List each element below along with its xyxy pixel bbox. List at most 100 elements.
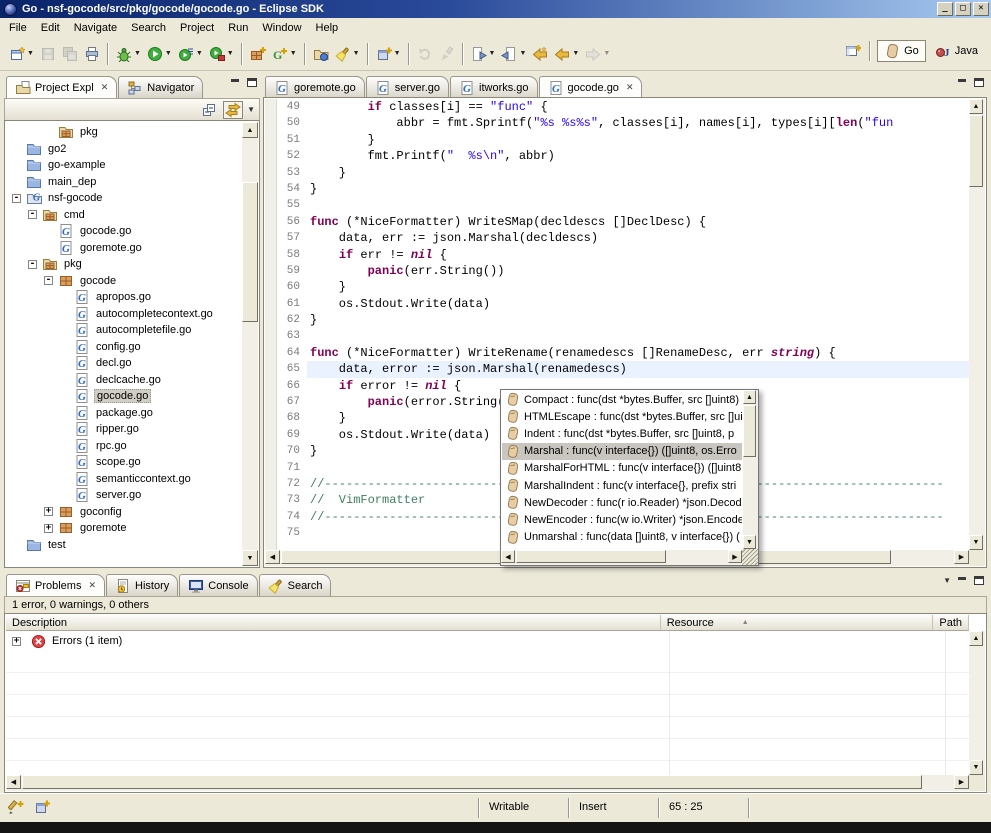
column-header-path[interactable]: Path [933, 615, 969, 631]
dropdown-arrow-icon[interactable]: ▼ [165, 50, 172, 57]
completion-item-unmarshal[interactable]: Unmarshal : func(data []uint8, v interfa… [502, 529, 742, 546]
maximize-view-icon[interactable] [247, 78, 257, 87]
dropdown-arrow-icon[interactable]: ▼ [572, 50, 579, 57]
scroll-left-icon[interactable]: ◀ [6, 775, 21, 789]
tree-item-decl-go[interactable]: Gdecl.go [6, 355, 242, 372]
new-wizard-button[interactable]: ▼ [6, 41, 37, 67]
scroll-thumb[interactable] [242, 182, 258, 322]
external-tools-button[interactable]: ▼ [206, 41, 237, 67]
view-tab-problems[interactable]: Problems✕ [6, 574, 105, 596]
tree-item-ripper-go[interactable]: Gripper.go [6, 421, 242, 438]
tree-item-nsf-gocode[interactable]: -Gnsf-gocode [6, 190, 242, 207]
collapse-icon[interactable]: - [28, 260, 37, 269]
expand-icon[interactable]: + [44, 507, 53, 516]
tree-item-rpc-go[interactable]: Grpc.go [6, 438, 242, 455]
completion-item-newencoder[interactable]: NewEncoder : func(w io.Writer) *json.Enc… [502, 511, 742, 528]
window-maximize-button[interactable]: □ [955, 2, 971, 16]
tree-item-gocode-go[interactable]: Ggocode.go [6, 223, 242, 240]
expand-icon[interactable]: + [44, 524, 53, 533]
scroll-down-icon[interactable]: ▼ [969, 760, 983, 775]
tree-item-semanticcontext-go[interactable]: Gsemanticcontext.go [6, 471, 242, 488]
tree-item-declcache-go[interactable]: Gdeclcache.go [6, 372, 242, 389]
tree-item-pkg[interactable]: -pkg [6, 256, 242, 273]
column-header-resource[interactable]: Resource▲ [661, 615, 934, 631]
tree-item-package-go[interactable]: Gpackage.go [6, 405, 242, 422]
tree-item-server-go[interactable]: Gserver.go [6, 487, 242, 504]
scroll-left-icon[interactable]: ◀ [501, 550, 515, 563]
window-close-button[interactable]: ✕ [973, 2, 989, 16]
column-header-description[interactable]: Description [6, 615, 661, 631]
open-perspective-button[interactable] [843, 42, 863, 60]
tree-item-autocompletecontext-go[interactable]: Gautocompletecontext.go [6, 306, 242, 323]
last-edit-location-button[interactable] [529, 41, 551, 67]
tree-item-goremote-go[interactable]: Ggoremote.go [6, 240, 242, 257]
explorer-scrollbar[interactable]: ▲ ▼ [242, 122, 258, 566]
scroll-up-icon[interactable]: ▲ [969, 631, 983, 646]
scroll-thumb[interactable] [516, 550, 666, 563]
dropdown-arrow-icon[interactable]: ▼ [134, 50, 141, 57]
scroll-thumb[interactable] [22, 775, 922, 789]
menu-search[interactable]: Search [124, 20, 173, 36]
completion-item-compact[interactable]: Compact : func(dst *bytes.Buffer, src []… [502, 391, 742, 408]
window-minimize-button[interactable]: _ [937, 2, 953, 16]
prev-annotation-button[interactable]: ▼ [498, 41, 529, 67]
expand-icon[interactable]: + [12, 637, 21, 646]
collapse-all-button[interactable] [199, 101, 219, 119]
scroll-right-icon[interactable]: ▶ [954, 550, 969, 564]
view-tab-search[interactable]: Search [259, 574, 332, 596]
dropdown-arrow-icon[interactable]: ▼ [196, 50, 203, 57]
tree-item-goremote[interactable]: +goremote [6, 520, 242, 537]
scroll-down-icon[interactable]: ▼ [242, 550, 258, 566]
tree-item-gocode-go[interactable]: Ggocode.go [6, 388, 242, 405]
problems-row-errors-1-item[interactable]: +Errors (1 item) [6, 631, 969, 651]
menu-help[interactable]: Help [309, 20, 346, 36]
editor-tab-goremote-go[interactable]: Ggoremote.go [265, 76, 365, 98]
scroll-right-icon[interactable]: ▶ [728, 550, 742, 563]
menu-window[interactable]: Window [255, 20, 308, 36]
dropdown-arrow-icon[interactable]: ▼ [603, 50, 610, 57]
problems-hscrollbar[interactable]: ◀ ▶ [6, 775, 969, 791]
scroll-down-icon[interactable]: ▼ [969, 535, 983, 550]
dropdown-arrow-icon[interactable]: ▼ [227, 50, 234, 57]
run-button[interactable]: ▼ [144, 41, 175, 67]
view-menu-icon[interactable]: ▼ [247, 105, 255, 114]
save-all-button[interactable] [59, 41, 81, 67]
tree-item-scope-go[interactable]: Gscope.go [6, 454, 242, 471]
view-tab-console[interactable]: Console [179, 574, 257, 596]
editor-vscrollbar[interactable]: ▲ ▼ [969, 99, 985, 550]
tree-item-autocompletefile-go[interactable]: Gautocompletefile.go [6, 322, 242, 339]
link-with-editor-button[interactable] [223, 101, 243, 119]
open-resource-button[interactable] [310, 41, 332, 67]
editor-tab-gocode-go[interactable]: Ggocode.go✕ [539, 76, 643, 98]
menu-navigate[interactable]: Navigate [67, 20, 124, 36]
dropdown-arrow-icon[interactable]: ▼ [290, 50, 297, 57]
dropdown-arrow-icon[interactable]: ▼ [489, 50, 496, 57]
tab-close-icon[interactable]: ✕ [101, 82, 109, 93]
collapse-icon[interactable]: - [44, 276, 53, 285]
popup-vscrollbar[interactable]: ▲ ▼ [743, 390, 758, 549]
menu-edit[interactable]: Edit [34, 20, 67, 36]
tree-item-goconfig[interactable]: +goconfig [6, 504, 242, 521]
view-menu-icon[interactable]: ▼ [943, 576, 951, 585]
scroll-up-icon[interactable]: ▲ [242, 122, 258, 138]
tree-item-main-dep[interactable]: main_dep [6, 174, 242, 191]
clean-button[interactable] [436, 41, 458, 67]
menu-run[interactable]: Run [221, 20, 255, 36]
collapse-icon[interactable]: - [28, 210, 37, 219]
tree-item-go2[interactable]: go2 [6, 141, 242, 158]
tree-item-pkg[interactable]: pkg [6, 124, 242, 141]
completion-item-indent[interactable]: Indent : func(dst *bytes.Buffer, src []u… [502, 425, 742, 442]
dropdown-arrow-icon[interactable]: ▼ [394, 50, 401, 57]
maximize-view-icon[interactable] [974, 576, 984, 585]
dropdown-arrow-icon[interactable]: ▼ [353, 50, 360, 57]
editor-tab-server-go[interactable]: Gserver.go [366, 76, 449, 98]
completion-item-marshalindent[interactable]: MarshalIndent : func(v interface{}, pref… [502, 477, 742, 494]
search-button[interactable]: ▼ [332, 41, 363, 67]
run-history-button[interactable]: ▼ [175, 41, 206, 67]
perspective-go[interactable]: Go [877, 40, 926, 62]
scroll-thumb[interactable] [969, 115, 983, 187]
tree-item-apropos-go[interactable]: Gapropos.go [6, 289, 242, 306]
view-tab-navigator[interactable]: Navigator [118, 76, 203, 98]
save-button[interactable] [37, 41, 59, 67]
scroll-left-icon[interactable]: ◀ [265, 550, 280, 564]
